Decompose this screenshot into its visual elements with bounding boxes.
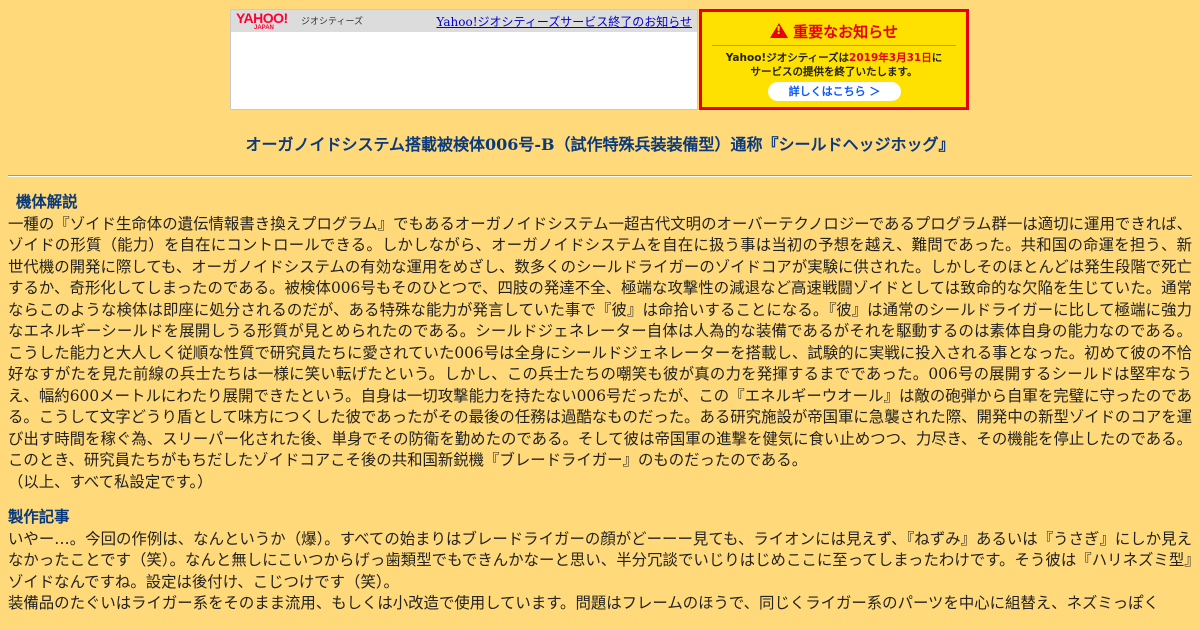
making-body-2: 装備品のたぐいはライガー系をそのまま流用、もしくは小改造で使用しています。問題は… [8,594,1159,612]
notice-message: Yahoo!ジオシティーズは2019年3月31日に サービスの提供を終了いたしま… [708,51,960,79]
spec-body: 一種の『ゾイド生命体の遺伝情報書き換えプログラム』でもあるオーガノイドシステム一… [8,214,1193,470]
important-notice-box: 重要なお知らせ Yahoo!ジオシティーズは2019年3月31日に サービスの提… [699,9,969,110]
notice-line1-post: に [931,52,943,64]
banner-header-bar: YAHOO! JAPAN ジオシティーズ Yahoo!ジオシティーズサービス終了… [231,10,697,32]
service-end-link[interactable]: Yahoo!ジオシティーズサービス終了のお知らせ [436,13,692,30]
geocities-banner: YAHOO! JAPAN ジオシティーズ Yahoo!ジオシティーズサービス終了… [230,9,698,110]
notice-line1-pre: Yahoo!ジオシティーズは [725,52,850,64]
yahoo-logo[interactable]: YAHOO! JAPAN [236,11,288,31]
notice-title: 重要なお知らせ [702,21,966,42]
making-body-1: いやー…。今回の作例は、なんというか（爆）。すべての始まりはブレードライガーの顔… [8,529,1192,591]
notice-divider [712,45,956,46]
notice-title-text: 重要なお知らせ [793,23,898,41]
geocities-label: ジオシティーズ [301,17,364,27]
page-title: オーガノイドシステム搭載被検体006号-B（試作特殊兵装装備型）通称『シールドヘ… [245,135,955,154]
notice-line2: サービスの提供を終了いたします。 [750,66,918,78]
making-heading: 製作記事 [8,508,70,526]
spec-heading: 機体解説 [16,193,78,211]
details-button[interactable]: 詳しくはこちら ＞ [768,82,901,101]
yahoo-logo-text: YAHOO! [236,10,288,26]
warning-icon [770,23,789,38]
horizontal-rule [8,175,1192,177]
spec-note: （以上、すべて私設定です。） [8,472,213,491]
notice-date: 2019年3月31日 [849,52,932,64]
main-content: 機体解説 一種の『ゾイド生命体の遺伝情報書き換えプログラム』でもあるオーガノイド… [8,192,1192,615]
